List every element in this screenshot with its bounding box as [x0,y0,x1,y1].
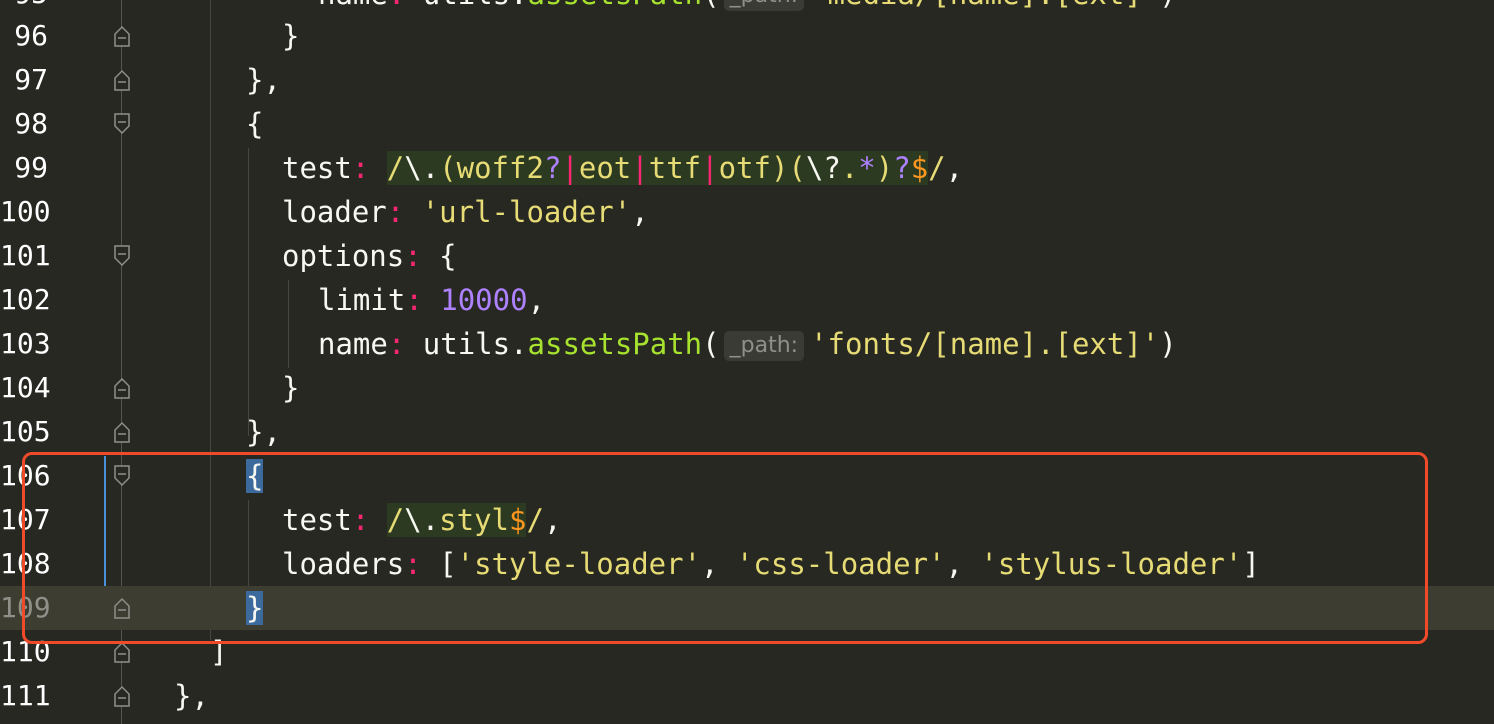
line-code: }, [174,679,209,713]
fold-start-icon[interactable] [114,113,130,135]
fold-end-icon[interactable] [114,641,130,663]
code-line[interactable]: 103 name: utils.assetsPath(_path:'fonts/… [0,322,1494,366]
fold-end-icon[interactable] [114,25,130,47]
code-line[interactable]: 101 options: { [0,234,1494,278]
code-line[interactable]: 100 loader: 'url-loader', [0,190,1494,234]
line-number: 104 [0,371,51,404]
code-line[interactable]: 97 }, [0,58,1494,102]
line-code: name: utils.assetsPath(_path:'fonts/[nam… [318,327,1177,361]
line-number: 111 [0,679,51,712]
line-code: options: { [282,239,457,273]
parameter-hint: _path: [723,331,805,361]
code-line[interactable]: 98 { [0,102,1494,146]
fold-end-icon[interactable] [114,685,130,707]
annotation-highlight-box [22,452,1428,644]
line-code: limit: 10000, [318,283,546,317]
line-code: }, [246,63,281,97]
line-number: 98 [14,107,48,140]
fold-end-icon[interactable] [114,377,130,399]
line-number: 100 [0,195,51,228]
code-line[interactable]: 96 } [0,14,1494,58]
line-number: 101 [0,239,51,272]
code-line[interactable]: 102 limit: 10000, [0,278,1494,322]
line-number: 103 [0,327,51,360]
line-code: } [282,19,300,53]
line-number: 99 [14,151,48,184]
fold-start-icon[interactable] [114,245,130,267]
line-number: 97 [14,63,48,96]
fold-end-icon[interactable] [114,69,130,91]
code-line[interactable]: 105 }, [0,410,1494,454]
line-number: 105 [0,415,51,448]
code-line[interactable]: 111 }, [0,674,1494,718]
line-code: name: utils.assetsPath(_path:'media/[nam… [318,0,1177,12]
line-code: } [282,371,300,405]
regex-literal: /\.(woff2?|eot|ttf|otf)(\?.*)?$ [386,151,929,185]
line-code: loader: 'url-loader', [282,195,649,229]
fold-end-icon[interactable] [114,421,130,443]
line-number: 102 [0,283,51,316]
line-code: }, [246,415,281,449]
line-number: 95 [0,0,48,12]
code-editor[interactable]: 95 name: utils.assetsPath(_path:'media/[… [0,0,1494,724]
parameter-hint: _path: [723,0,805,11]
code-line[interactable]: 99 test: /\.(woff2?|eot|ttf|otf)(\?.*)?$… [0,146,1494,190]
code-line[interactable]: 104 } [0,366,1494,410]
line-code: { [246,107,264,141]
line-code: test: /\.(woff2?|eot|ttf|otf)(\?.*)?$/, [282,151,964,185]
line-number: 96 [14,19,48,52]
